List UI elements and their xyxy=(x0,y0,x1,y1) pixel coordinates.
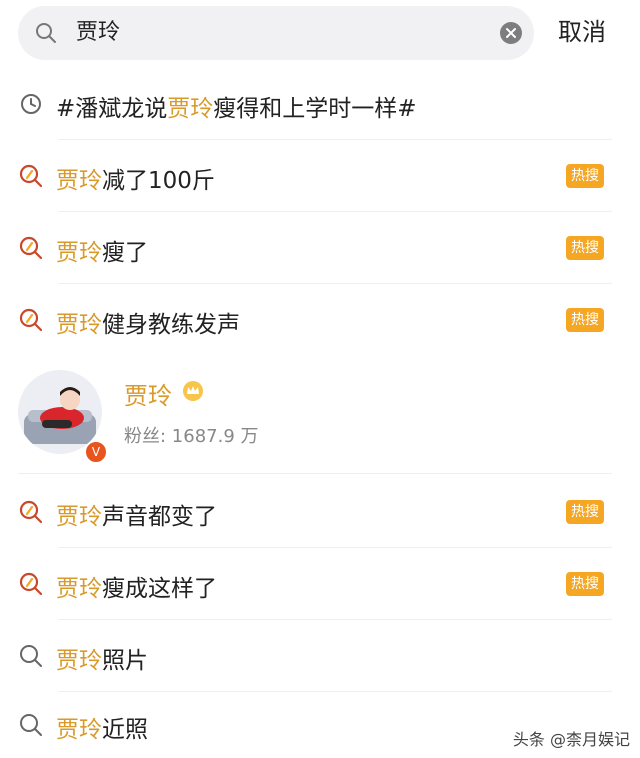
hot-search-icon xyxy=(19,500,43,524)
search-bar[interactable]: 贾玲 xyxy=(18,6,534,60)
suggestion-item[interactable]: 贾玲减了100斤 热搜 xyxy=(0,140,640,212)
suggestion-item[interactable]: 贾玲照片 xyxy=(0,620,640,692)
history-item-label: #潘斌龙说贾玲瘦得和上学时一样# xyxy=(56,96,417,122)
search-input[interactable]: 贾玲 xyxy=(76,6,120,60)
followers-count: 粉丝: 1687.9 万 xyxy=(124,426,259,447)
suggestion-label: 贾玲瘦成这样了 xyxy=(56,576,217,602)
suggestion-label: 贾玲声音都变了 xyxy=(56,504,217,530)
hot-search-icon xyxy=(19,572,43,596)
search-icon xyxy=(36,23,56,43)
cancel-button[interactable]: 取消 xyxy=(558,12,606,52)
clear-icon[interactable] xyxy=(500,22,522,44)
user-name: 贾玲 xyxy=(124,382,172,410)
search-icon xyxy=(20,645,42,667)
history-item[interactable]: #潘斌龙说贾玲瘦得和上学时一样# xyxy=(0,68,640,140)
suggestion-item[interactable]: 贾玲瘦成这样了 热搜 xyxy=(0,548,640,620)
suggestion-label: 贾玲健身教练发声 xyxy=(56,312,240,338)
suggestion-label: 贾玲减了100斤 xyxy=(56,168,215,194)
user-card[interactable]: V 贾玲 粉丝: 1687.9 万 xyxy=(0,356,640,474)
verified-badge: V xyxy=(84,440,108,464)
hot-badge: 热搜 xyxy=(566,308,604,332)
suggestion-item[interactable]: 贾玲声音都变了 热搜 xyxy=(0,476,640,548)
hot-search-icon xyxy=(19,308,43,332)
hot-badge: 热搜 xyxy=(566,500,604,524)
suggestion-item[interactable]: 贾玲瘦了 热搜 xyxy=(0,212,640,284)
hot-badge: 热搜 xyxy=(566,236,604,260)
suggestion-label: 贾玲近照 xyxy=(56,717,148,743)
suggestion-label: 贾玲瘦了 xyxy=(56,240,148,266)
suggestion-item[interactable]: 贾玲健身教练发声 热搜 xyxy=(0,284,640,356)
clock-icon xyxy=(21,94,41,114)
hot-search-icon xyxy=(19,236,43,260)
hot-search-icon xyxy=(19,164,43,188)
crown-icon xyxy=(183,381,203,401)
hot-badge: 热搜 xyxy=(566,164,604,188)
hot-badge: 热搜 xyxy=(566,572,604,596)
suggestion-label: 贾玲照片 xyxy=(56,648,148,674)
search-icon xyxy=(20,714,42,736)
watermark: 头条 @柰月娱记 xyxy=(512,730,630,749)
